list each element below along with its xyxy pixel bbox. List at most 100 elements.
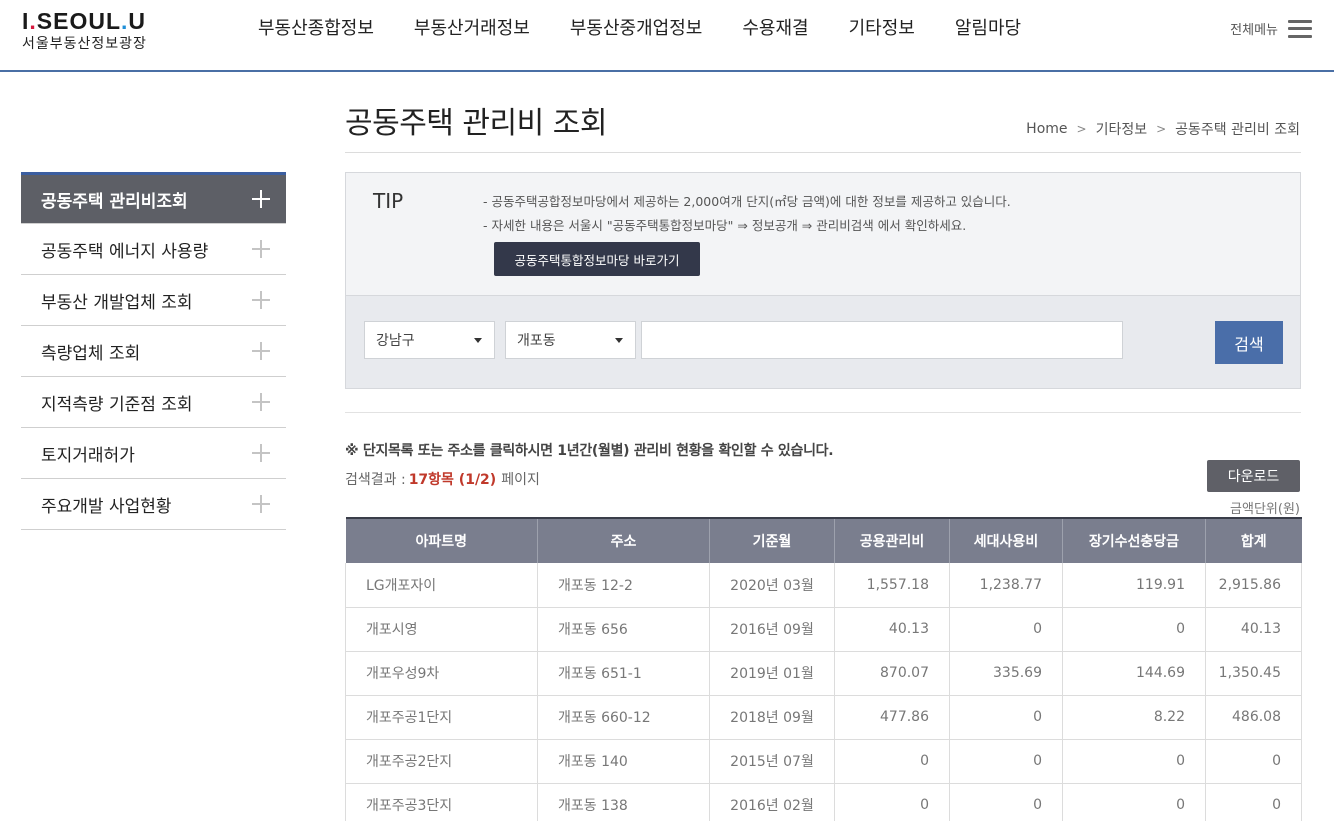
household-fee-cell: 0 <box>949 695 1063 740</box>
gnb-item-broker-info[interactable]: 부동산중개업정보 <box>570 17 702 41</box>
result-count: 17항목 (1/2) <box>408 472 497 488</box>
gnb-item-other-info[interactable]: 기타정보 <box>849 17 915 41</box>
apartment-name-cell[interactable]: 개포주공1단지 <box>345 695 538 740</box>
common-fee-cell: 1,557.18 <box>834 563 950 608</box>
plus-icon <box>252 342 270 360</box>
household-fee-cell: 1,238.77 <box>949 563 1063 608</box>
tip-box: TIP - 공동주택공합정보마당에서 제공하는 2,000여개 단지(㎡당 금액… <box>345 172 1301 296</box>
repair-reserve-cell: 8.22 <box>1062 695 1206 740</box>
repair-reserve-cell: 119.91 <box>1062 563 1206 608</box>
all-menu-label: 전체메뉴 <box>1230 23 1278 38</box>
table-row: 개포주공1단지 개포동 660-12 2018년 09월 477.86 0 8.… <box>345 695 1302 740</box>
neighborhood-select[interactable]: 개포동 <box>505 321 636 359</box>
breadcrumb-current: 공동주택 관리비 조회 <box>1175 122 1300 138</box>
plus-icon <box>252 495 270 513</box>
result-prefix: 검색결과 : <box>345 472 406 488</box>
sidebar-item-label: 공동주택 관리비조회 <box>41 191 188 212</box>
total-cell: 40.13 <box>1205 607 1302 652</box>
sidebar-item-land-transaction-permit[interactable]: 토지거래허가 <box>21 428 286 479</box>
chevron-right-icon: > <box>1156 122 1167 136</box>
total-cell: 486.08 <box>1205 695 1302 740</box>
result-suffix: 페이지 <box>501 472 540 488</box>
sidebar-item-label: 부동산 개발업체 조회 <box>41 292 193 313</box>
col-header-common-fee: 공용관리비 <box>834 517 950 563</box>
global-nav: 부동산종합정보 부동산거래정보 부동산중개업정보 수용재결 기타정보 알림마당 <box>258 17 1061 41</box>
address-cell[interactable]: 개포동 660-12 <box>537 695 710 740</box>
page-title: 공동주택 관리비 조회 <box>345 106 607 141</box>
all-menu-button[interactable]: 전체메뉴 <box>1230 19 1312 38</box>
breadcrumb-other-info[interactable]: 기타정보 <box>1096 119 1148 139</box>
table-row: 개포시영 개포동 656 2016년 09월 40.13 0 0 40.13 <box>345 607 1302 652</box>
gnb-item-real-estate-info[interactable]: 부동산종합정보 <box>258 17 374 41</box>
col-header-household-fee: 세대사용비 <box>949 517 1063 563</box>
search-button[interactable]: 검색 <box>1215 321 1283 364</box>
hamburger-icon <box>1288 19 1312 38</box>
gnb-item-transaction-info[interactable]: 부동산거래정보 <box>414 17 530 41</box>
address-cell[interactable]: 개포동 140 <box>537 739 710 784</box>
district-select[interactable]: 강남구 <box>364 321 495 359</box>
household-fee-cell: 0 <box>949 607 1063 652</box>
sidebar-item-label: 지적측량 기준점 조회 <box>41 394 193 415</box>
base-month-cell: 2020년 03월 <box>709 563 835 608</box>
household-fee-cell: 0 <box>949 783 1063 821</box>
apartment-name-cell[interactable]: 개포시영 <box>345 607 538 652</box>
common-fee-cell: 0 <box>834 739 950 784</box>
search-panel: 강남구 개포동 검색 <box>345 295 1301 389</box>
search-input[interactable] <box>641 321 1123 359</box>
title-divider <box>345 152 1301 153</box>
gnb-item-notice[interactable]: 알림마당 <box>955 17 1021 41</box>
sidebar-item-developer-search[interactable]: 부동산 개발업체 조회 <box>21 275 286 326</box>
sidebar-item-label: 측량업체 조회 <box>41 343 141 364</box>
total-cell: 0 <box>1205 739 1302 784</box>
tip-text-1: - 공동주택공합정보마당에서 제공하는 2,000여개 단지(㎡당 금액)에 대… <box>483 194 1011 209</box>
sidebar-item-survey-reference-point[interactable]: 지적측량 기준점 조회 <box>21 377 286 428</box>
total-cell: 0 <box>1205 783 1302 821</box>
site-header: I.SEOUL.U 서울부동산정보광장 부동산종합정보 부동산거래정보 부동산중… <box>0 0 1334 72</box>
total-cell: 2,915.86 <box>1205 563 1302 608</box>
apartment-name-cell[interactable]: 개포주공2단지 <box>345 739 538 784</box>
plus-icon <box>252 444 270 462</box>
apartment-name-cell[interactable]: 개포주공3단지 <box>345 783 538 821</box>
table-row: 개포주공2단지 개포동 140 2015년 07월 0 0 0 0 <box>345 739 1302 784</box>
sidebar-item-maintenance-fee[interactable]: 공동주택 관리비조회 <box>21 172 286 224</box>
base-month-cell: 2019년 01월 <box>709 651 835 696</box>
address-cell[interactable]: 개포동 651-1 <box>537 651 710 696</box>
address-cell[interactable]: 개포동 138 <box>537 783 710 821</box>
plus-icon <box>252 393 270 411</box>
breadcrumb-home[interactable]: Home <box>1026 121 1067 137</box>
apartment-name-cell[interactable]: LG개포자이 <box>345 563 538 608</box>
sidebar-item-surveyor-search[interactable]: 측량업체 조회 <box>21 326 286 377</box>
logo-subtitle: 서울부동산정보광장 <box>22 36 147 52</box>
sidebar-item-major-projects[interactable]: 주요개발 사업현황 <box>21 479 286 530</box>
gnb-item-expropriation[interactable]: 수용재결 <box>742 17 808 41</box>
tip-label: TIP <box>373 189 404 213</box>
section-divider <box>345 412 1301 413</box>
sidebar-item-label: 주요개발 사업현황 <box>41 496 172 517</box>
click-notice: ※ 단지목록 또는 주소를 클릭하시면 1년간(월별) 관리비 현황을 확인할 … <box>345 443 834 459</box>
side-menu: 공동주택 관리비조회 공동주택 에너지 사용량 부동산 개발업체 조회 측량업체… <box>21 172 286 530</box>
address-cell[interactable]: 개포동 656 <box>537 607 710 652</box>
sidebar-item-energy-usage[interactable]: 공동주택 에너지 사용량 <box>21 224 286 275</box>
col-header-repair-reserve: 장기수선충당금 <box>1062 517 1206 563</box>
base-month-cell: 2016년 02월 <box>709 783 835 821</box>
neighborhood-select-value: 개포동 <box>517 333 556 349</box>
plus-icon <box>252 291 270 309</box>
apartment-name-cell[interactable]: 개포우성9차 <box>345 651 538 696</box>
col-header-base-month: 기준월 <box>709 517 835 563</box>
table-row: LG개포자이 개포동 12-2 2020년 03월 1,557.18 1,238… <box>345 563 1302 608</box>
amount-unit-label: 금액단위(원) <box>1230 502 1300 517</box>
apartment-portal-link-button[interactable]: 공동주택통합정보마당 바로가기 <box>494 242 700 276</box>
site-logo[interactable]: I.SEOUL.U 서울부동산정보광장 <box>22 8 147 53</box>
household-fee-cell: 0 <box>949 739 1063 784</box>
breadcrumb: Home > 기타정보 > 공동주택 관리비 조회 <box>1026 119 1300 139</box>
download-button[interactable]: 다운로드 <box>1207 460 1300 492</box>
plus-icon <box>252 240 270 258</box>
plus-icon <box>252 190 270 208</box>
address-cell[interactable]: 개포동 12-2 <box>537 563 710 608</box>
common-fee-cell: 0 <box>834 783 950 821</box>
household-fee-cell: 335.69 <box>949 651 1063 696</box>
caret-down-icon <box>615 338 623 343</box>
repair-reserve-cell: 0 <box>1062 607 1206 652</box>
caret-down-icon <box>474 338 482 343</box>
tip-text-2: - 자세한 내용은 서울시 "공동주택통합정보마당" ⇒ 정보공개 ⇒ 관리비검… <box>483 218 967 233</box>
